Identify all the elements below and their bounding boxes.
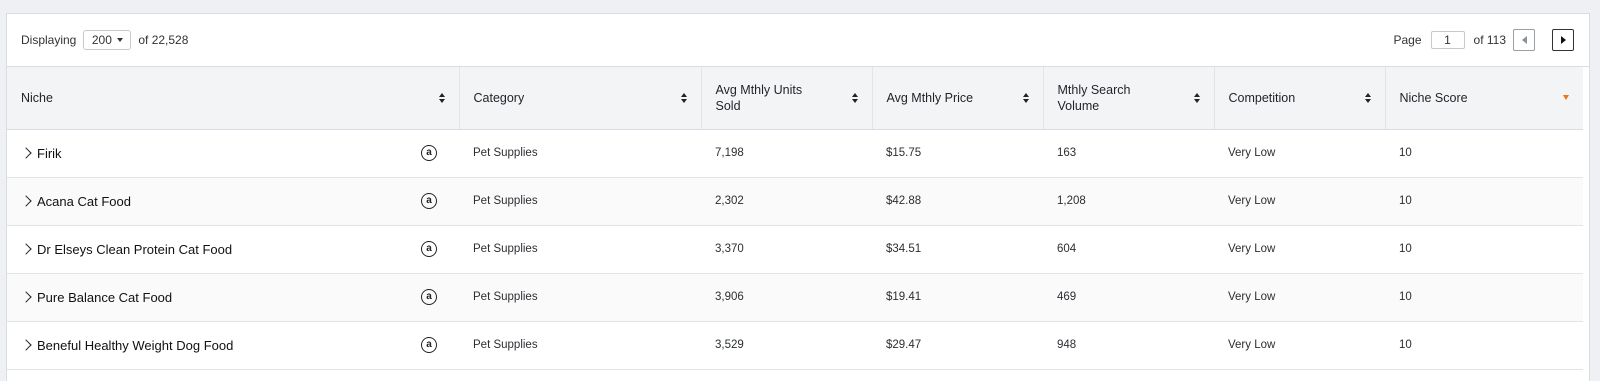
niche-name[interactable]: Beneful Healthy Weight Dog Food — [37, 338, 233, 353]
search-volume-cell: 1,208 — [1057, 195, 1086, 207]
sort-desc-active-icon — [1563, 95, 1569, 101]
amazon-icon[interactable]: a — [421, 241, 437, 257]
sort-icon — [680, 92, 687, 103]
niche-score-cell: 10 — [1399, 291, 1412, 303]
units-cell: 3,529 — [715, 339, 744, 351]
pagination: Page of 113 — [1393, 29, 1575, 51]
niche-cell: Beneful Healthy Weight Dog Food a — [7, 321, 459, 369]
page-size-value: 200 — [91, 33, 112, 47]
table-row[interactable]: Pure Balance Cat Food a Pet Supplies 3,9… — [7, 273, 1583, 321]
price-cell: $15.75 — [886, 147, 922, 159]
competition-cell: Very Low — [1228, 243, 1276, 255]
table-row[interactable]: Firik a Pet Supplies 7,198 $15.75 163 Ve… — [7, 129, 1583, 177]
niche-cell: Dr Elseys Clean Protein Cat Food a — [7, 225, 459, 273]
amazon-icon[interactable]: a — [421, 337, 437, 353]
competition-cell: Very Low — [1228, 147, 1276, 159]
displaying-control: Displaying 200 of 22,528 — [21, 30, 188, 50]
caret-down-icon — [116, 38, 123, 42]
niche-score-cell: 10 — [1399, 147, 1412, 159]
page-number-input[interactable] — [1430, 31, 1465, 49]
niche-score-cell: 10 — [1399, 195, 1412, 207]
units-cell: 3,370 — [715, 243, 744, 255]
sort-icon — [1022, 92, 1029, 103]
column-label: Category — [473, 90, 525, 105]
next-page-icon — [1560, 36, 1566, 44]
chevron-right-icon[interactable] — [20, 291, 32, 303]
niche-name[interactable]: Acana Cat Food — [37, 194, 131, 209]
units-cell: 2,302 — [715, 195, 744, 207]
sort-icon — [1364, 92, 1371, 103]
column-header-price[interactable]: Avg Mthly Price — [872, 67, 1044, 130]
chevron-right-icon[interactable] — [20, 339, 32, 351]
category-cell: Pet Supplies — [473, 195, 538, 207]
table-row[interactable]: Acana Cat Food a Pet Supplies 2,302 $42.… — [7, 177, 1583, 225]
search-volume-cell: 469 — [1057, 291, 1077, 303]
niche-table-panel: Displaying 200 of 22,528 Page of 113 Nic… — [6, 13, 1590, 381]
amazon-icon[interactable]: a — [421, 289, 437, 305]
page-size-select[interactable]: 200 — [83, 30, 132, 50]
page-label: Page — [1393, 33, 1422, 47]
niche-cell: Acana Cat Food a — [7, 177, 459, 225]
search-volume-cell: 163 — [1057, 147, 1077, 159]
sort-icon — [851, 92, 858, 103]
column-header-units[interactable]: Avg Mthly Units Sold — [701, 67, 873, 130]
table-toolbar: Displaying 200 of 22,528 Page of 113 — [7, 14, 1589, 67]
category-cell: Pet Supplies — [473, 147, 538, 159]
search-volume-cell: 948 — [1057, 339, 1077, 351]
column-header-competition[interactable]: Competition — [1214, 67, 1386, 130]
price-cell: $19.41 — [886, 291, 922, 303]
column-label: Avg Mthly Units Sold — [715, 82, 803, 113]
search-volume-cell: 604 — [1057, 243, 1077, 255]
column-header-niche-score[interactable]: Niche Score — [1385, 67, 1583, 130]
chevron-right-icon[interactable] — [20, 195, 32, 207]
competition-cell: Very Low — [1228, 195, 1276, 207]
prev-page-icon — [1521, 36, 1527, 44]
next-page-button[interactable] — [1552, 29, 1574, 51]
sort-icon — [438, 92, 445, 103]
niche-cell: Firik a — [7, 129, 459, 177]
niche-score-cell: 10 — [1399, 243, 1412, 255]
column-label: Avg Mthly Price — [886, 90, 974, 105]
competition-cell: Very Low — [1228, 339, 1276, 351]
units-cell: 3,906 — [715, 291, 744, 303]
category-cell: Pet Supplies — [473, 291, 538, 303]
niche-cell: Pure Balance Cat Food a — [7, 273, 459, 321]
column-header-search-volume[interactable]: Mthly Search Volume — [1043, 67, 1215, 130]
category-cell: Pet Supplies — [473, 339, 538, 351]
sort-icon — [1193, 92, 1200, 103]
displaying-label: Displaying — [21, 33, 77, 47]
column-header-niche[interactable]: Niche — [7, 67, 460, 130]
table-header-row: Niche Category Avg Mthly Units Sold Avg … — [7, 67, 1583, 130]
column-header-category[interactable]: Category — [459, 67, 702, 130]
table-row[interactable]: Dr Elseys Clean Protein Cat Food a Pet S… — [7, 225, 1583, 273]
competition-cell: Very Low — [1228, 291, 1276, 303]
niche-name[interactable]: Pure Balance Cat Food — [37, 290, 172, 305]
chevron-right-icon[interactable] — [20, 147, 32, 159]
table-row[interactable]: Beneful Healthy Weight Dog Food a Pet Su… — [7, 321, 1583, 369]
amazon-icon[interactable]: a — [421, 145, 437, 161]
amazon-icon[interactable]: a — [421, 193, 437, 209]
price-cell: $42.88 — [886, 195, 922, 207]
niche-name[interactable]: Dr Elseys Clean Protein Cat Food — [37, 242, 232, 257]
column-label: Niche Score — [1399, 90, 1468, 105]
column-label: Mthly Search Volume — [1057, 82, 1131, 113]
prev-page-button[interactable] — [1513, 29, 1535, 51]
price-cell: $34.51 — [886, 243, 922, 255]
niche-table: Niche Category Avg Mthly Units Sold Avg … — [7, 67, 1583, 370]
category-cell: Pet Supplies — [473, 243, 538, 255]
niche-score-cell: 10 — [1399, 339, 1412, 351]
total-count: of 22,528 — [138, 33, 189, 47]
column-label: Competition — [1228, 90, 1296, 105]
units-cell: 7,198 — [715, 147, 744, 159]
page-count: of 113 — [1473, 33, 1506, 47]
niche-name[interactable]: Firik — [37, 146, 62, 161]
price-cell: $29.47 — [886, 339, 922, 351]
column-label: Niche — [21, 90, 53, 105]
chevron-right-icon[interactable] — [20, 243, 32, 255]
